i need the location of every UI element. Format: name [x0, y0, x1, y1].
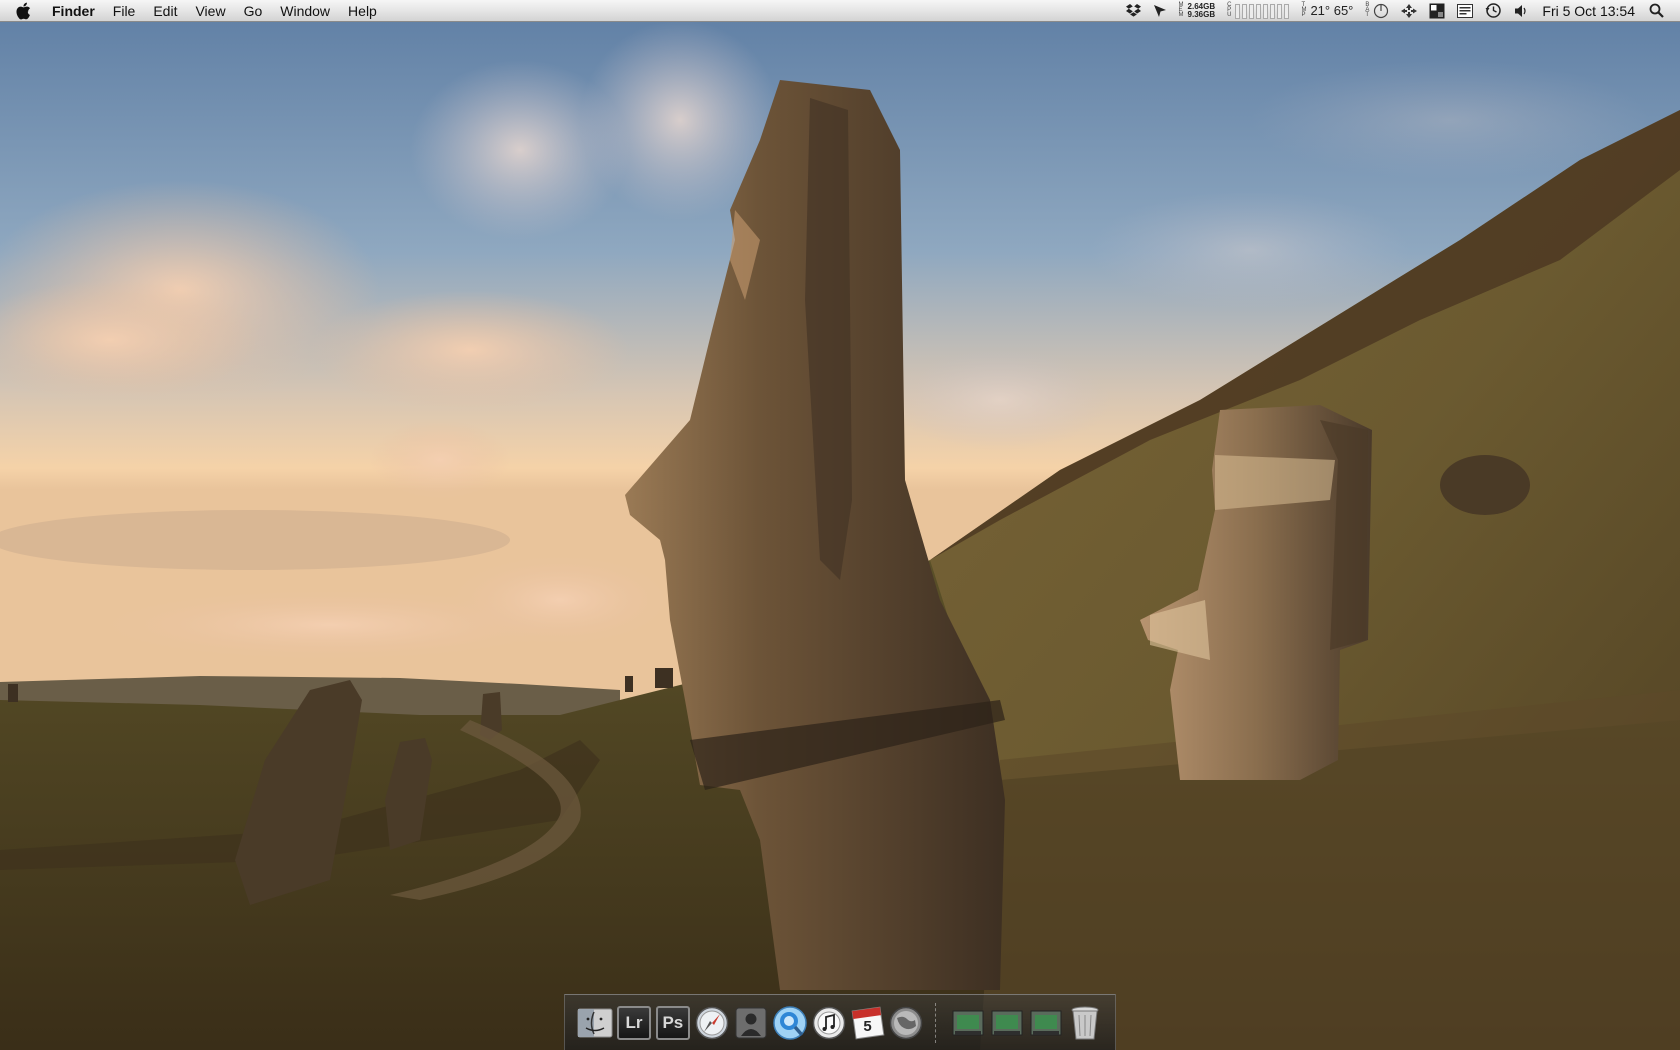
- bat-label-t: T: [1365, 12, 1370, 18]
- mem-free: 9.36GB: [1187, 9, 1216, 19]
- dock-ical[interactable]: 5: [850, 1005, 886, 1041]
- dock-separator: [935, 1002, 943, 1043]
- cpu-bar: [1284, 3, 1290, 19]
- dock-safari[interactable]: [694, 1005, 730, 1041]
- dock-stack-1[interactable]: [950, 1005, 986, 1041]
- dock-browser[interactable]: [888, 1005, 924, 1041]
- folder-stack-icon: [991, 1010, 1023, 1035]
- menu-app-finder[interactable]: Finder: [46, 0, 104, 22]
- desktop-wallpaper: [0, 0, 1680, 1050]
- menu-view[interactable]: View: [186, 0, 234, 22]
- dock-stack-3[interactable]: [1028, 1005, 1064, 1041]
- menu-bar-extras: M E M 2.64GB 9.36GB C P U T M P 21° 65° …: [1120, 0, 1680, 22]
- menu-bar-left: Finder File Edit View Go Window Help: [0, 0, 386, 22]
- cursor-arrow-icon[interactable]: [1147, 0, 1173, 22]
- contacts-icon: [735, 1007, 767, 1038]
- dock-finder[interactable]: [577, 1005, 613, 1041]
- memory-values: 2.64GB 9.36GB: [1187, 2, 1216, 19]
- itunes-icon: [812, 1006, 845, 1039]
- apple-logo-icon[interactable]: [0, 0, 46, 22]
- keyboard-viewer-icon[interactable]: [1451, 0, 1479, 22]
- photoshop-tile: Ps: [655, 1005, 690, 1040]
- quicktime-icon: [772, 1005, 807, 1040]
- folder-stack-icon: [952, 1010, 984, 1035]
- battery-monitor[interactable]: B A T: [1359, 0, 1395, 22]
- time-machine-icon[interactable]: [1479, 0, 1508, 22]
- volume-icon[interactable]: [1508, 0, 1534, 22]
- menu-file[interactable]: File: [104, 0, 145, 22]
- network-arrows-icon[interactable]: [1395, 0, 1423, 22]
- cpu-bar: [1242, 3, 1248, 19]
- bat-label-stack: B A T: [1365, 2, 1370, 18]
- cpu-bar: [1263, 3, 1269, 19]
- safari-compass-icon: [695, 1006, 729, 1039]
- cpu-bar: [1249, 3, 1255, 19]
- menu-window[interactable]: Window: [271, 0, 339, 22]
- mem-label-m2: M: [1178, 12, 1184, 18]
- cpu-usage-bars: [1235, 3, 1290, 19]
- lightroom-tile: Lr: [616, 1005, 651, 1040]
- cpu-label-stack: C P U: [1227, 2, 1232, 18]
- dock-trash[interactable]: [1067, 1005, 1103, 1041]
- dock-stack-2[interactable]: [989, 1005, 1025, 1041]
- power-gauge-icon: [1374, 3, 1389, 18]
- folder-stack-icon: [1030, 1010, 1062, 1035]
- calendar-day: 5: [863, 1018, 872, 1035]
- trash-icon: [1071, 1006, 1099, 1039]
- dock-quicktime[interactable]: [772, 1005, 808, 1041]
- spotlight-search-icon[interactable]: [1643, 0, 1670, 22]
- cpu-monitor[interactable]: C P U: [1221, 0, 1295, 22]
- dock-lightroom[interactable]: Lr: [616, 1005, 652, 1041]
- menu-go[interactable]: Go: [235, 0, 272, 22]
- spaces-grid-icon[interactable]: [1423, 0, 1451, 22]
- finder-icon: [577, 1008, 613, 1037]
- cpu-label-u: U: [1227, 12, 1232, 18]
- dock-contacts[interactable]: [733, 1005, 769, 1041]
- dock-itunes[interactable]: [811, 1005, 847, 1041]
- dropbox-icon[interactable]: [1120, 0, 1147, 22]
- memory-label-stack: M E M: [1178, 2, 1184, 18]
- temperature-readout: 21° 65°: [1310, 3, 1354, 18]
- temperature-monitor[interactable]: T M P 21° 65°: [1295, 0, 1359, 22]
- cpu-bar: [1235, 3, 1241, 19]
- temp-label-p: P: [1301, 12, 1306, 18]
- cpu-bar: [1256, 3, 1262, 19]
- globe-icon: [890, 1006, 923, 1039]
- menu-edit[interactable]: Edit: [144, 0, 186, 22]
- temp-label-stack: T M P: [1301, 2, 1306, 18]
- menu-bar: Finder File Edit View Go Window Help M E…: [0, 0, 1680, 22]
- memory-monitor[interactable]: M E M 2.64GB 9.36GB: [1173, 0, 1222, 22]
- dock: Lr Ps 5: [564, 994, 1116, 1050]
- cpu-bar: [1270, 3, 1276, 19]
- dock-photoshop[interactable]: Ps: [655, 1005, 691, 1041]
- cpu-bar: [1277, 3, 1283, 19]
- menu-clock[interactable]: Fri 5 Oct 13:54: [1534, 3, 1643, 19]
- wallpaper-scene: [0, 0, 1680, 1050]
- menu-help[interactable]: Help: [339, 0, 386, 22]
